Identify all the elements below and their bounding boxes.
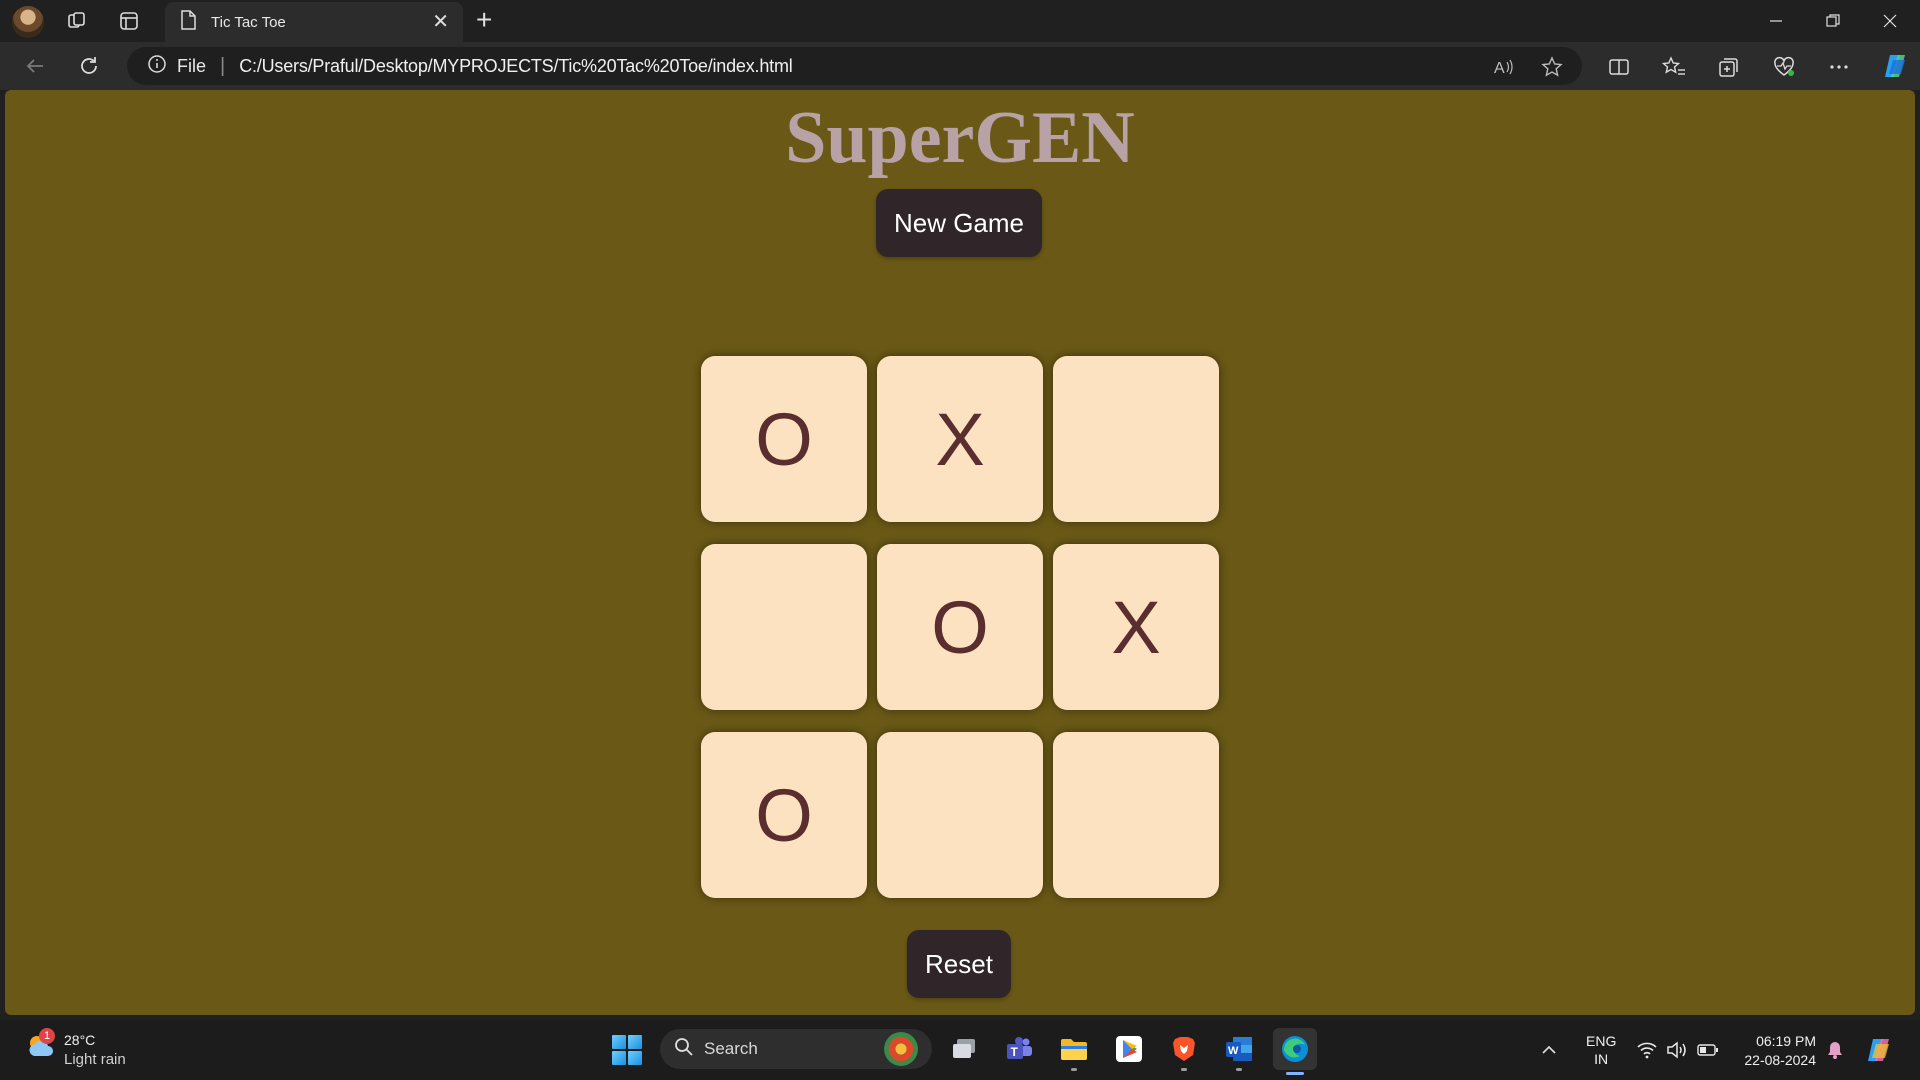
address-prefix: File bbox=[177, 55, 207, 76]
input-language[interactable]: ENG IN bbox=[1586, 1032, 1616, 1068]
edge-browser-icon[interactable] bbox=[1273, 1028, 1317, 1075]
windows-start-icon[interactable] bbox=[612, 1035, 642, 1065]
board-cell[interactable]: X bbox=[1053, 544, 1219, 710]
battery-icon[interactable] bbox=[1697, 1020, 1719, 1080]
copilot-taskbar-icon[interactable] bbox=[1864, 1020, 1896, 1080]
tab-close-icon[interactable]: ✕ bbox=[432, 12, 449, 32]
search-icon bbox=[674, 1037, 694, 1062]
word-icon[interactable]: W bbox=[1222, 1032, 1256, 1071]
volume-icon[interactable] bbox=[1666, 1020, 1688, 1080]
address-separator: | bbox=[220, 54, 226, 77]
tab-title: Tic Tac Toe bbox=[211, 13, 286, 31]
refresh-icon[interactable] bbox=[75, 52, 103, 80]
address-bar[interactable]: File | C:/Users/Praful/Desktop/MYPROJECT… bbox=[127, 47, 1582, 85]
restore-button[interactable] bbox=[1813, 8, 1853, 34]
close-window-button[interactable] bbox=[1870, 8, 1910, 34]
board-cell[interactable] bbox=[1053, 732, 1219, 898]
favorite-star-icon[interactable] bbox=[1540, 55, 1564, 79]
wifi-icon[interactable] bbox=[1636, 1020, 1658, 1080]
play-store-icon[interactable] bbox=[1112, 1032, 1146, 1066]
copilot-icon[interactable] bbox=[1880, 51, 1912, 81]
active-tab[interactable]: Tic Tac Toe ✕ bbox=[165, 2, 463, 42]
clock-time: 06:19 PM bbox=[1756, 1033, 1816, 1049]
search-label: Search bbox=[704, 1039, 758, 1058]
file-explorer-icon[interactable] bbox=[1057, 1032, 1091, 1071]
language-code: ENG bbox=[1586, 1033, 1617, 1049]
board-cell[interactable]: O bbox=[701, 732, 867, 898]
page-viewport: SuperGEN New Game O X O X O Reset bbox=[5, 90, 1915, 1015]
site-info-icon[interactable] bbox=[147, 54, 167, 79]
task-view-icon[interactable] bbox=[947, 1032, 981, 1066]
board-cell[interactable]: X bbox=[877, 356, 1043, 522]
notification-bell-icon[interactable] bbox=[1826, 1020, 1844, 1080]
favorites-icon[interactable] bbox=[1661, 54, 1687, 80]
vertical-tabs-icon[interactable] bbox=[116, 8, 142, 34]
workspaces-icon[interactable] bbox=[64, 8, 90, 34]
search-highlight-icon bbox=[884, 1032, 918, 1066]
reset-button[interactable]: Reset bbox=[907, 930, 1011, 998]
windows-taskbar: 1 28°C Light rain Search T W ENG IN 06:1… bbox=[0, 1020, 1920, 1080]
split-screen-icon[interactable] bbox=[1606, 54, 1632, 80]
new-game-button[interactable]: New Game bbox=[876, 189, 1042, 257]
address-url[interactable]: C:/Users/Praful/Desktop/MYPROJECTS/Tic%2… bbox=[239, 56, 793, 77]
brave-browser-icon[interactable] bbox=[1167, 1032, 1201, 1071]
browser-titlebar: Tic Tac Toe ✕ + bbox=[0, 0, 1920, 42]
system-clock[interactable]: 06:19 PM 22-08-2024 bbox=[1736, 1032, 1816, 1070]
collections-icon[interactable] bbox=[1716, 54, 1742, 80]
taskbar-search[interactable]: Search bbox=[660, 1029, 932, 1069]
running-indicator bbox=[1071, 1068, 1077, 1071]
running-indicator bbox=[1236, 1068, 1242, 1071]
read-aloud-icon[interactable]: A bbox=[1491, 55, 1515, 79]
weather-badge: 1 bbox=[39, 1028, 55, 1044]
page-title: SuperGEN bbox=[785, 97, 1135, 179]
svg-text:T: T bbox=[1011, 1045, 1019, 1059]
clock-date: 22-08-2024 bbox=[1744, 1052, 1816, 1068]
board-cell[interactable] bbox=[701, 544, 867, 710]
svg-text:A: A bbox=[1494, 60, 1505, 77]
board-cell[interactable]: O bbox=[701, 356, 867, 522]
weather-condition[interactable]: Light rain bbox=[64, 1051, 126, 1068]
teams-icon[interactable]: T bbox=[1002, 1032, 1036, 1066]
browser-essentials-icon[interactable] bbox=[1771, 54, 1797, 80]
back-icon[interactable] bbox=[21, 52, 49, 80]
browser-toolbar: File | C:/Users/Praful/Desktop/MYPROJECT… bbox=[0, 42, 1920, 90]
show-hidden-icons-chevron-icon[interactable] bbox=[1540, 1020, 1558, 1080]
minimize-button[interactable] bbox=[1756, 8, 1796, 34]
profile-avatar[interactable] bbox=[12, 6, 44, 38]
new-tab-button[interactable]: + bbox=[476, 6, 492, 34]
svg-text:W: W bbox=[1228, 1045, 1239, 1057]
page-file-icon bbox=[179, 9, 197, 35]
game-board: O X O X O bbox=[701, 356, 1227, 920]
board-cell[interactable] bbox=[1053, 356, 1219, 522]
running-indicator bbox=[1181, 1068, 1187, 1071]
board-cell[interactable]: O bbox=[877, 544, 1043, 710]
weather-temperature[interactable]: 28°C bbox=[64, 1032, 95, 1048]
region-code: IN bbox=[1594, 1051, 1609, 1067]
board-cell[interactable] bbox=[877, 732, 1043, 898]
more-options-icon[interactable] bbox=[1826, 54, 1852, 80]
active-indicator bbox=[1286, 1072, 1304, 1075]
